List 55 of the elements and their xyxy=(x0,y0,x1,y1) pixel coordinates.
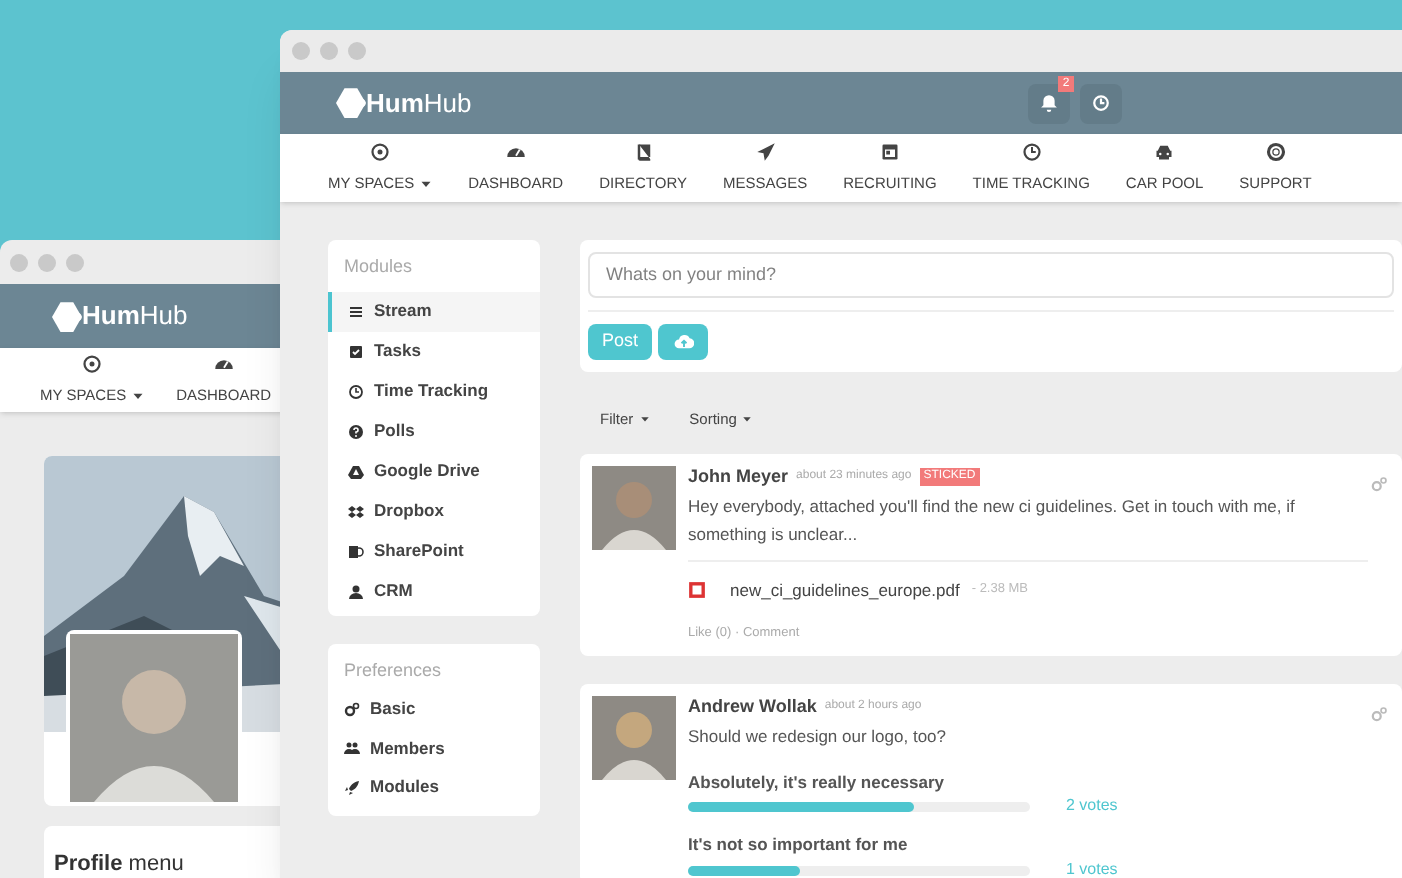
sidebar-item[interactable]: Basic xyxy=(328,690,540,729)
sidebar-item[interactable]: Members xyxy=(328,729,540,768)
sidebar-item[interactable]: CRM xyxy=(328,571,540,611)
question-icon xyxy=(348,423,364,439)
target-icon xyxy=(82,353,103,374)
people-icon xyxy=(344,740,360,757)
poll-answer: Absolutely, it's really necessary xyxy=(688,769,947,795)
poll-answer: It's not so important for me xyxy=(688,832,910,858)
profile-menu-title: Profile menu xyxy=(54,852,184,876)
clock-icon xyxy=(1091,94,1110,112)
vote-count: 2 votes xyxy=(1066,794,1118,819)
clock-icon xyxy=(1021,141,1042,162)
sidebar-item[interactable]: Tasks xyxy=(328,331,540,371)
sidebar-item[interactable]: Dropbox xyxy=(328,491,540,531)
person-icon xyxy=(348,583,364,599)
post-text: Hey everybody, attached you'll find the new ci guidelines. Get in touch with me, if something is unclear... xyxy=(688,493,1297,547)
book-icon xyxy=(633,141,654,162)
logo-text: HumHub xyxy=(366,85,472,122)
file-link[interactable]: new_ci_guidelines_europe.pdf xyxy=(730,577,960,603)
rocket-icon xyxy=(344,779,360,796)
preferences-heading: Preferences xyxy=(342,657,444,683)
clock-icon xyxy=(348,383,364,399)
lifebuoy-icon xyxy=(1265,141,1286,162)
logo-icon xyxy=(52,299,86,333)
sidebar-item[interactable]: Stream xyxy=(328,291,540,331)
car-icon xyxy=(1154,141,1175,162)
vote-count: 1 votes xyxy=(1066,858,1118,878)
sidebar-item[interactable]: SharePoint xyxy=(328,531,540,571)
settings-icon xyxy=(1370,475,1388,493)
caret-icon xyxy=(639,414,650,424)
sidebar-item[interactable]: Polls xyxy=(328,411,540,451)
bell-icon xyxy=(1039,94,1058,112)
sidebar-item[interactable]: Google Drive xyxy=(328,451,540,491)
author-name[interactable]: Andrew Wollak xyxy=(688,693,817,721)
post-text: Should we redesign our logo, too? xyxy=(688,723,949,749)
modules-heading: Modules xyxy=(342,254,415,280)
menu-icon xyxy=(348,303,364,319)
box-icon xyxy=(348,503,364,519)
caret-icon xyxy=(742,414,753,424)
checkbox-icon xyxy=(348,343,364,359)
upload-button[interactable] xyxy=(658,323,709,359)
author-name[interactable]: John Meyer xyxy=(688,463,789,491)
target-icon xyxy=(370,141,391,162)
post-input-field[interactable]: Whats on your mind? xyxy=(588,251,1394,297)
gears-icon xyxy=(344,701,360,718)
cloud-upload-icon xyxy=(673,331,694,351)
sidebar-item[interactable]: Modules xyxy=(328,768,540,807)
paper-plane-icon xyxy=(755,141,776,162)
activity-button[interactable] xyxy=(1079,83,1122,123)
logo-text: HumHub xyxy=(82,298,188,335)
sidebar-item[interactable]: Time Tracking xyxy=(328,371,540,411)
settings-icon xyxy=(1370,705,1388,723)
logo-icon xyxy=(336,86,370,120)
triangle-icon xyxy=(348,463,364,479)
calendar-icon xyxy=(879,141,900,162)
